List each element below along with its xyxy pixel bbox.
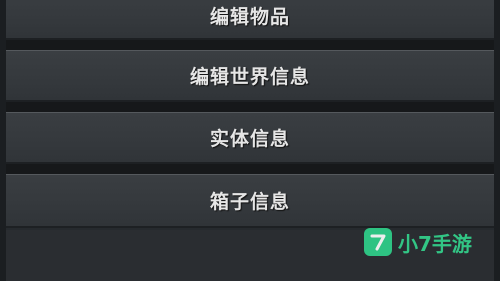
menu-divider <box>6 102 494 112</box>
edit-items-label: 编辑物品 <box>209 6 290 28</box>
game-menu-screen: 编辑物品 编辑世界信息 实体信息 箱子信息 小7手游 <box>0 0 500 281</box>
entity-info-label: 实体信息 <box>209 128 290 150</box>
edit-items-button[interactable]: 编辑物品 <box>6 0 494 40</box>
right-border <box>494 0 500 281</box>
edit-world-info-button[interactable]: 编辑世界信息 <box>6 50 494 102</box>
watermark: 小7手游 <box>364 225 472 259</box>
edit-world-info-label: 编辑世界信息 <box>189 66 310 88</box>
seven-logo-icon <box>370 234 386 251</box>
chest-info-button[interactable]: 箱子信息 <box>6 174 494 228</box>
watermark-logo-icon <box>364 228 392 256</box>
entity-info-button[interactable]: 实体信息 <box>6 112 494 164</box>
menu-divider <box>6 164 494 174</box>
watermark-text: 小7手游 <box>398 231 472 256</box>
chest-info-label: 箱子信息 <box>209 191 290 213</box>
menu-divider <box>6 40 494 50</box>
